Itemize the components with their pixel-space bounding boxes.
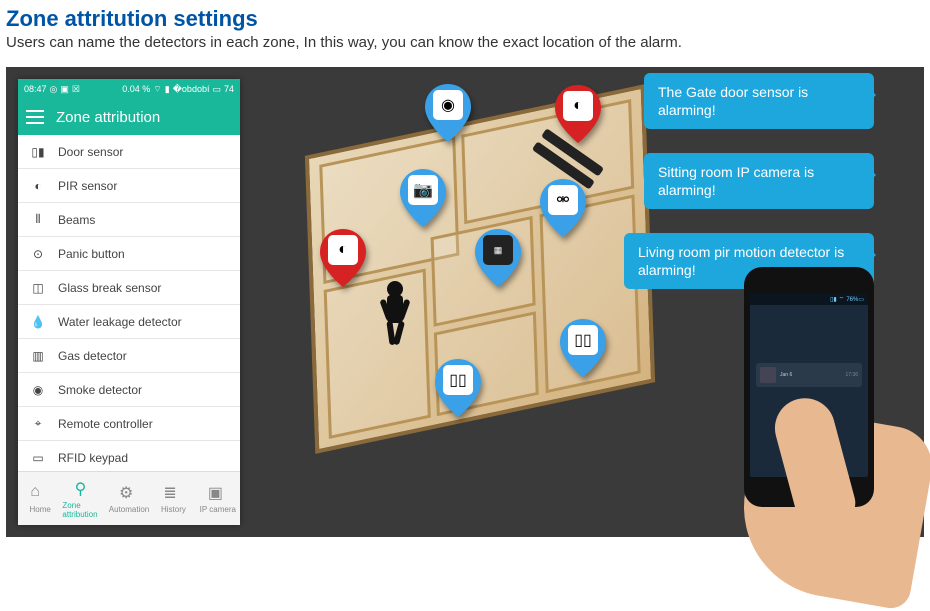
remote-controller-icon: ⌖ <box>28 414 48 434</box>
nav-icon: ⌂ <box>30 483 50 503</box>
zone-item[interactable]: ◫ Glass break sensor <box>18 271 240 305</box>
signal-icon: ▮ <box>165 84 170 95</box>
notification-text: Jan 6 <box>780 372 841 378</box>
intruder-graphic <box>375 279 415 349</box>
android-status-bar: 08:47 ◎ ▣ ☒ 0.04 % ⌔ ▮ �období ▭ 74 <box>18 79 240 99</box>
map-pin-socket: ⚮ <box>540 179 586 237</box>
zone-item[interactable]: ⦀ Beams <box>18 203 240 237</box>
pir-sensor-icon: ◐ <box>28 176 48 196</box>
status-time: 08:47 <box>24 84 47 94</box>
nav-item-label: History <box>161 505 186 514</box>
alert-bubble-camera: Sitting room IP camera is alarming! <box>644 153 874 209</box>
battery-icon: ▭ <box>212 84 221 95</box>
zone-item[interactable]: ▥ Gas detector <box>18 339 240 373</box>
nav-item-automation[interactable]: ⚙ Automation <box>107 472 151 525</box>
map-pin-camera: 📷 <box>400 169 446 227</box>
nav-icon: ≣ <box>163 483 183 503</box>
page-title: Zone attritution settings <box>6 6 924 32</box>
beams-icon: ⦀ <box>28 210 48 230</box>
door-sensor-icon: ▯▮ <box>28 142 48 162</box>
zone-item[interactable]: ⌖ Remote controller <box>18 407 240 441</box>
zone-item[interactable]: ◐ PIR sensor <box>18 169 240 203</box>
panic-button-icon: ⊙ <box>28 244 48 264</box>
nav-item-label: Home <box>30 505 51 514</box>
map-pin-door: ▯▯ <box>435 359 481 417</box>
water-leak-icon: 💧 <box>28 312 48 332</box>
smart-socket-icon: ⚮ <box>548 185 578 215</box>
smoke-detector-icon: ◉ <box>28 380 48 400</box>
door-sensor-icon: ▯▯ <box>443 365 473 395</box>
battery-pct-icon: 76%▭ <box>846 296 864 303</box>
notifications-area: The Gate door sensor is alarming! Sittin… <box>614 67 914 537</box>
status-notif-icon: ▣ <box>60 84 69 95</box>
map-pin-pir2: ◐ <box>555 85 601 143</box>
smoke-detector-icon: ◉ <box>433 90 463 120</box>
nav-item-history[interactable]: ≣ History <box>151 472 195 525</box>
nav-item-home[interactable]: ⌂ Home <box>18 472 62 525</box>
ip-camera-icon: 📷 <box>408 175 438 205</box>
gas-detector-icon: ▥ <box>28 346 48 366</box>
zone-item-label: Water leakage detector <box>58 315 182 329</box>
map-pin-smoke: ◉ <box>425 84 471 142</box>
map-pin-keypad: ▦ <box>475 229 521 287</box>
nav-item-label: Zone attribution <box>62 501 106 519</box>
lock-screen-notification[interactable]: Jan 6 17:36 <box>756 363 862 387</box>
keypad-icon: ▦ <box>483 235 513 265</box>
notification-app-icon <box>760 367 776 383</box>
door-sensor-icon: ▯▯ <box>568 325 598 355</box>
app-screenshot: 08:47 ◎ ▣ ☒ 0.04 % ⌔ ▮ �období ▭ 74 Zone… <box>18 79 240 525</box>
page-subtitle: Users can name the detectors in each zon… <box>6 34 924 51</box>
zone-item-label: Glass break sensor <box>58 281 161 295</box>
nav-item-zone-attribution[interactable]: ⚲ Zone attribution <box>62 472 106 525</box>
map-pin-door2: ▯▯ <box>560 319 606 377</box>
hamburger-icon[interactable] <box>26 110 44 124</box>
hand-holding-phone: ▯▮ ⌔ 76%▭ Jan 6 17:36 <box>644 237 924 577</box>
nav-item-ip-camera[interactable]: ▣ IP camera <box>196 472 240 525</box>
alert-bubble-gate: The Gate door sensor is alarming! <box>644 73 874 129</box>
rfid-keypad-icon: ▭ <box>28 448 48 468</box>
status-notif-icon: ☒ <box>72 84 80 95</box>
zone-item-label: Smoke detector <box>58 383 142 397</box>
zone-item-label: RFID keypad <box>58 451 128 465</box>
glass-break-icon: ◫ <box>28 278 48 298</box>
signal-icon: ▯▮ <box>830 296 837 303</box>
nav-item-label: Automation <box>109 505 149 514</box>
bottom-nav: ⌂ Home ⚲ Zone attribution ⚙ Automation ≣ Histor… <box>18 471 240 525</box>
notification-time: 17:36 <box>845 372 858 378</box>
nav-icon: ⚲ <box>75 479 95 499</box>
zone-item-label: Door sensor <box>58 145 123 159</box>
wifi-icon: ⌔ <box>153 84 161 95</box>
nav-icon: ⚙ <box>119 483 139 503</box>
phone-status-bar: ▯▮ ⌔ 76%▭ <box>750 293 868 305</box>
pir-sensor-icon: ◐ <box>328 235 358 265</box>
signal-icon: �období <box>173 84 210 95</box>
zone-item-label: PIR sensor <box>58 179 117 193</box>
zone-list: ▯▮ Door sensor ◐ PIR sensor ⦀ Beams ⊙ Panic but… <box>18 135 240 471</box>
status-notif-icon: ◎ <box>50 84 58 95</box>
zone-item-label: Remote controller <box>58 417 153 431</box>
nav-item-label: IP camera <box>200 505 236 514</box>
zone-item[interactable]: ⊙ Panic button <box>18 237 240 271</box>
map-pin-pir: ◐ <box>320 229 366 287</box>
zone-item-label: Panic button <box>58 247 125 261</box>
nav-icon: ▣ <box>208 483 228 503</box>
zone-item[interactable]: ▭ RFID keypad <box>18 441 240 471</box>
zone-item[interactable]: 💧 Water leakage detector <box>18 305 240 339</box>
status-data: 0.04 % <box>122 84 150 94</box>
page-header: Zone attritution settings Users can name… <box>0 0 930 55</box>
wifi-icon: ⌔ <box>839 295 845 303</box>
pir-sensor-icon: ◐ <box>563 91 593 121</box>
app-title: Zone attribution <box>56 109 160 126</box>
zone-item[interactable]: ◉ Smoke detector <box>18 373 240 407</box>
app-header: Zone attribution <box>18 99 240 135</box>
battery-pct: 74 <box>224 84 234 94</box>
zone-item-label: Beams <box>58 213 95 227</box>
zone-item[interactable]: ▯▮ Door sensor <box>18 135 240 169</box>
illustration-panel: 08:47 ◎ ▣ ☒ 0.04 % ⌔ ▮ �období ▭ 74 Zone… <box>6 67 924 537</box>
zone-item-label: Gas detector <box>58 349 127 363</box>
